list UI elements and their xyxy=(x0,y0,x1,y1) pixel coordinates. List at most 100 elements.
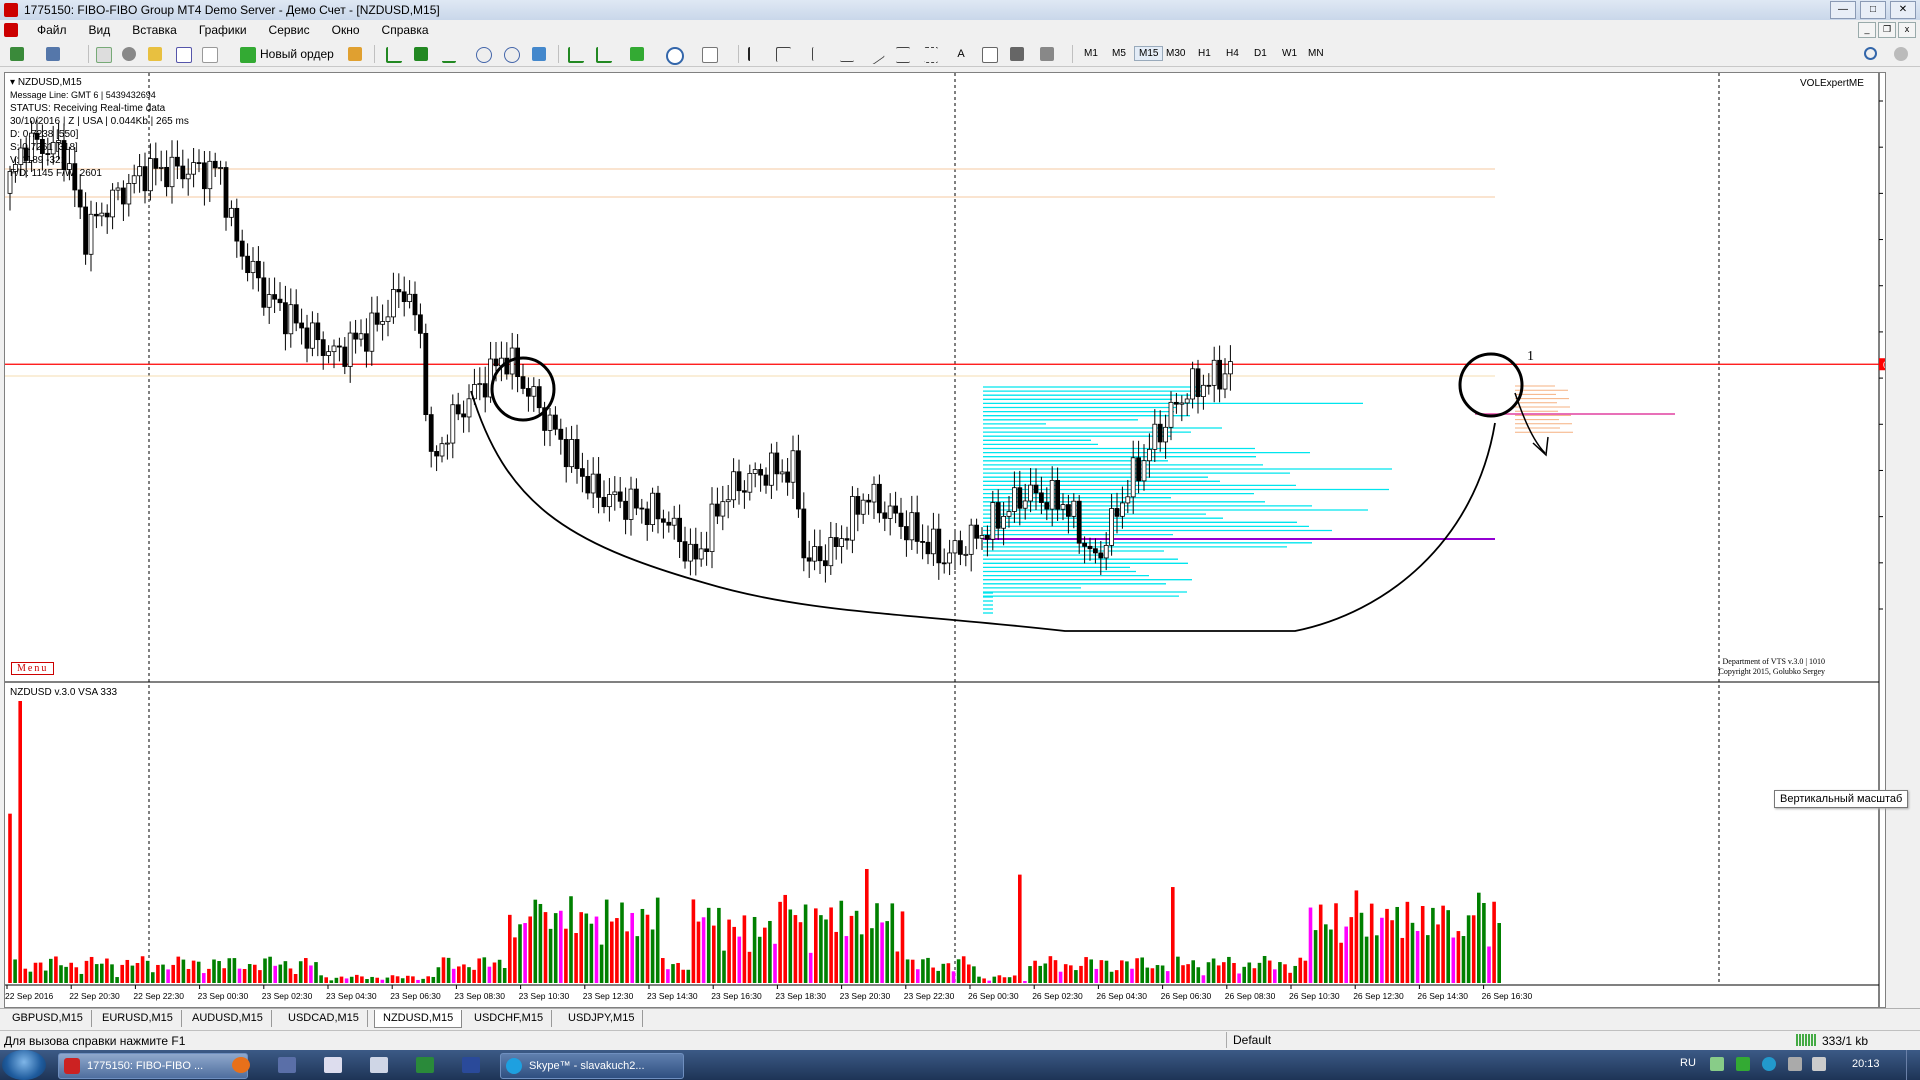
candle-body xyxy=(877,483,882,514)
language-indicator[interactable]: RU xyxy=(1680,1057,1696,1069)
save-icon[interactable] xyxy=(278,1057,296,1073)
navigator-icon[interactable] xyxy=(146,45,164,63)
text-label-icon[interactable] xyxy=(980,45,998,63)
volume-icon[interactable] xyxy=(1812,1057,1826,1071)
search-icon[interactable] xyxy=(1862,45,1880,63)
volume-bar xyxy=(406,975,410,983)
chart-shift-icon[interactable] xyxy=(594,45,612,63)
profiles-icon[interactable] xyxy=(44,45,62,63)
firefox-icon[interactable] xyxy=(232,1057,250,1073)
start-button[interactable] xyxy=(2,1050,46,1080)
menu-view[interactable]: Вид xyxy=(78,23,122,37)
excel-icon[interactable] xyxy=(416,1057,434,1073)
word-icon[interactable] xyxy=(462,1057,480,1073)
indicator-menu-button[interactable]: Menu xyxy=(11,662,55,675)
price-chart[interactable]: 0.73250.73150.73050.72950.72850.72750.72… xyxy=(5,73,1885,1007)
autotrading-icon[interactable] xyxy=(346,45,364,63)
new-chart-icon[interactable] xyxy=(8,45,26,63)
symbol-tab[interactable]: AUDUSD,M15 xyxy=(184,1010,272,1027)
crosshair-icon[interactable] xyxy=(774,45,792,63)
candlestick-icon[interactable] xyxy=(412,45,430,63)
zoom-out-icon[interactable] xyxy=(502,45,520,63)
indicators-icon[interactable] xyxy=(628,45,646,63)
channel-icon[interactable] xyxy=(894,45,912,63)
trendline-icon[interactable] xyxy=(864,44,886,65)
timeframe-h1[interactable]: H1 xyxy=(1194,47,1215,60)
new-order-button[interactable]: Новый ордер xyxy=(238,46,334,64)
tray-icon[interactable] xyxy=(1736,1057,1750,1071)
chart-minimize-button[interactable]: _ xyxy=(1858,22,1876,38)
symbol-tab[interactable]: USDCHF,M15 xyxy=(466,1010,553,1027)
candle-body xyxy=(1174,401,1179,405)
volume-bar xyxy=(972,966,976,983)
arrows-icon[interactable] xyxy=(1008,45,1026,63)
timeframe-m15[interactable]: M15 xyxy=(1134,46,1164,61)
strategy-tester-icon[interactable] xyxy=(200,45,218,63)
close-button[interactable]: ✕ xyxy=(1890,1,1916,19)
vertical-line-icon[interactable] xyxy=(810,45,828,63)
candle-body xyxy=(1109,508,1114,546)
timeframe-m30[interactable]: M30 xyxy=(1162,47,1189,60)
auto-scroll-icon[interactable] xyxy=(566,45,584,63)
zoom-in-icon[interactable] xyxy=(474,45,492,63)
symbol-tab[interactable]: EURUSD,M15 xyxy=(94,1010,182,1027)
volume-bar xyxy=(355,974,359,983)
symbol-tab[interactable]: USDJPY,M15 xyxy=(560,1010,644,1027)
tile-windows-icon[interactable] xyxy=(530,45,548,63)
show-desktop-button[interactable] xyxy=(1906,1050,1920,1080)
horizontal-line-icon[interactable] xyxy=(838,45,856,63)
chart-window-icon[interactable] xyxy=(4,23,18,37)
timeframe-mn[interactable]: MN xyxy=(1304,47,1328,60)
document-icon[interactable] xyxy=(370,1057,388,1073)
task-mt4[interactable]: 1775150: FIBO-FIBO ... xyxy=(58,1053,248,1079)
volume-bar xyxy=(309,965,313,983)
volume-bar xyxy=(1176,956,1180,983)
menu-file[interactable]: Файл xyxy=(26,23,78,37)
periods-icon[interactable] xyxy=(664,45,684,65)
volume-bar xyxy=(533,899,538,983)
bar-chart-icon[interactable] xyxy=(384,45,402,63)
data-window-icon[interactable] xyxy=(120,45,138,63)
menu-charts[interactable]: Графики xyxy=(188,23,258,37)
line-chart-icon[interactable] xyxy=(440,45,458,63)
minimize-button[interactable]: — xyxy=(1830,1,1856,19)
terminal-icon[interactable] xyxy=(174,45,192,63)
notepad-icon[interactable] xyxy=(324,1057,342,1073)
timeframe-w1[interactable]: W1 xyxy=(1278,47,1301,60)
timeframe-h4[interactable]: H4 xyxy=(1222,47,1243,60)
chart-window[interactable]: 0.73250.73150.73050.72950.72850.72750.72… xyxy=(4,72,1886,1008)
maximize-button[interactable]: □ xyxy=(1860,1,1886,19)
volume-bar xyxy=(1395,906,1399,983)
task-skype[interactable]: Skype™ - slavakuch2... xyxy=(500,1053,684,1079)
volume-bar xyxy=(54,956,58,983)
symbol-tab[interactable]: GBPUSD,M15 xyxy=(4,1010,92,1027)
options-icon[interactable] xyxy=(1892,45,1910,63)
symbol-tab[interactable]: NZDUSD,M15 xyxy=(374,1010,463,1028)
volume-bar xyxy=(752,916,757,983)
symbol-header[interactable]: ▾ NZDUSD,M15 xyxy=(10,76,189,89)
market-watch-icon[interactable] xyxy=(94,45,112,63)
volume-bar xyxy=(426,976,430,983)
templates-icon[interactable] xyxy=(700,45,718,63)
shapes-icon[interactable] xyxy=(1038,45,1056,63)
menu-window[interactable]: Окно xyxy=(321,23,371,37)
text-icon[interactable]: A xyxy=(952,45,970,63)
cursor-icon[interactable] xyxy=(746,45,764,63)
menu-insert[interactable]: Вставка xyxy=(121,23,188,37)
network-icon[interactable] xyxy=(1788,1057,1802,1071)
chart-restore-button[interactable]: ❐ xyxy=(1878,22,1896,38)
chart-close-button[interactable]: x xyxy=(1898,22,1916,38)
symbol-tab[interactable]: USDCAD,M15 xyxy=(280,1010,368,1027)
menu-tools[interactable]: Сервис xyxy=(258,23,321,37)
volume-bar xyxy=(1375,935,1379,983)
timeframe-d1[interactable]: D1 xyxy=(1250,47,1271,60)
candle-body xyxy=(704,548,709,553)
fibonacci-icon[interactable] xyxy=(922,45,940,63)
menu-help[interactable]: Справка xyxy=(371,23,440,37)
candle-body xyxy=(428,414,434,452)
skype-tray-icon[interactable] xyxy=(1762,1057,1776,1071)
timeframe-m5[interactable]: M5 xyxy=(1108,47,1130,60)
timeframe-m1[interactable]: M1 xyxy=(1080,47,1102,60)
tray-icon[interactable] xyxy=(1710,1057,1724,1071)
volume-bar xyxy=(589,923,594,983)
